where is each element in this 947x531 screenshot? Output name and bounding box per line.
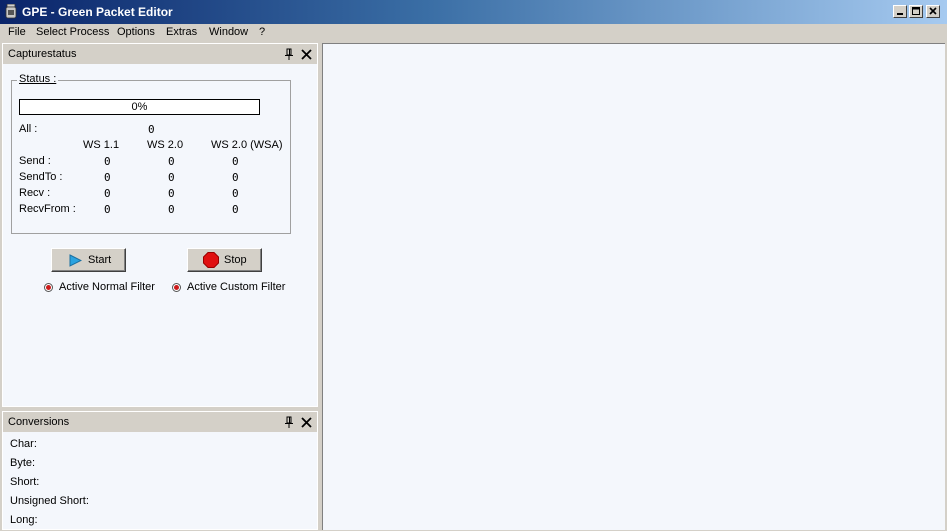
play-icon <box>69 254 82 267</box>
menu-extras[interactable]: Extras <box>166 26 197 38</box>
sendto-wsa-value: 0 <box>232 171 239 184</box>
all-label: All : <box>19 123 38 135</box>
stop-button[interactable]: Stop <box>187 248 262 272</box>
menu-options[interactable]: Options <box>117 26 155 38</box>
status-group-label: Status : <box>17 73 59 85</box>
maximize-button[interactable] <box>909 5 923 18</box>
pin-icon[interactable] <box>284 416 294 428</box>
recv-ws11-value: 0 <box>104 187 111 200</box>
send-ws20-value: 0 <box>168 155 175 168</box>
recvfrom-ws20-value: 0 <box>168 203 175 216</box>
close-icon <box>929 7 937 15</box>
menu-select-process[interactable]: Select Process <box>36 26 109 38</box>
capture-status-header: Capturestatus <box>3 44 317 64</box>
custom-filter-indicator-icon <box>172 283 181 292</box>
row-label-recv: Recv : <box>19 187 51 199</box>
workspace: Capturestatus Status : 0% All : 0 WS 1.1… <box>0 42 947 531</box>
start-button[interactable]: Start <box>51 248 126 272</box>
capture-status-pane: Capturestatus Status : 0% All : 0 WS 1.1… <box>2 43 318 407</box>
conversion-byte-label: Byte: <box>10 457 36 469</box>
stop-icon <box>203 252 219 268</box>
row-label-send: Send : <box>19 155 51 167</box>
conversions-header: Conversions <box>3 412 317 432</box>
sendto-ws11-value: 0 <box>104 171 111 184</box>
send-ws11-value: 0 <box>104 155 111 168</box>
conversions-title: Conversions <box>8 416 70 428</box>
app-icon <box>5 4 17 19</box>
capture-status-title: Capturestatus <box>8 48 77 60</box>
title-bar[interactable]: GPE - Green Packet Editor <box>0 0 947 24</box>
main-document-area[interactable] <box>322 43 945 530</box>
column-header-ws20: WS 2.0 <box>147 139 184 151</box>
row-label-sendto: SendTo : <box>19 171 63 183</box>
row-label-recvfrom: RecvFrom : <box>19 203 76 215</box>
stop-button-label: Stop <box>224 254 247 266</box>
conversion-unsigned-short-label: Unsigned Short: <box>10 495 89 507</box>
recv-ws20-value: 0 <box>168 187 175 200</box>
progress-label: 0% <box>131 101 148 113</box>
recv-wsa-value: 0 <box>232 187 239 200</box>
recvfrom-wsa-value: 0 <box>232 203 239 216</box>
pin-icon[interactable] <box>284 48 294 60</box>
conversion-long-label: Long: <box>10 514 38 526</box>
close-pane-icon[interactable] <box>301 49 312 60</box>
menu-help[interactable]: ? <box>259 26 265 38</box>
conversion-char-label: Char: <box>10 438 37 450</box>
recvfrom-ws11-value: 0 <box>104 203 111 216</box>
conversions-pane: Conversions Char: Byte: Short: Unsigned … <box>2 411 318 530</box>
minimize-button[interactable] <box>893 5 907 18</box>
minimize-icon <box>897 13 903 15</box>
custom-filter-label: Active Custom Filter <box>187 281 286 293</box>
capture-progress-bar: 0% <box>19 99 260 115</box>
all-value: 0 <box>148 123 155 136</box>
maximize-icon <box>912 7 920 15</box>
start-button-label: Start <box>88 254 112 266</box>
conversion-short-label: Short: <box>10 476 40 488</box>
menu-bar: File Select Process Options Extras Windo… <box>0 24 947 42</box>
normal-filter-indicator-icon <box>44 283 53 292</box>
close-pane-icon[interactable] <box>301 417 312 428</box>
sendto-ws20-value: 0 <box>168 171 175 184</box>
column-header-ws20-wsa: WS 2.0 (WSA) <box>211 139 283 151</box>
send-wsa-value: 0 <box>232 155 239 168</box>
window-title: GPE - Green Packet Editor <box>22 5 173 19</box>
menu-file[interactable]: File <box>8 26 26 38</box>
column-header-ws11: WS 1.1 <box>83 139 120 151</box>
normal-filter-label: Active Normal Filter <box>59 281 155 293</box>
menu-window[interactable]: Window <box>209 26 248 38</box>
close-window-button[interactable] <box>926 5 940 18</box>
